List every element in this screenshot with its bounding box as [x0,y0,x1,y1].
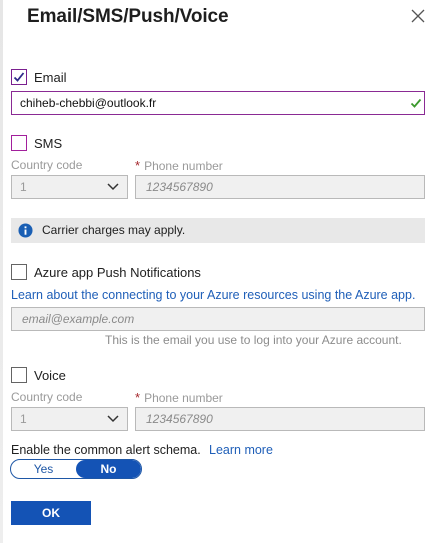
sms-label: SMS [34,136,63,151]
schema-toggle[interactable]: Yes No [10,459,142,479]
voice-label: Voice [34,368,66,383]
sms-checkbox[interactable] [11,135,27,151]
sms-phone-field[interactable]: 1234567890 [135,175,425,199]
push-help-text: This is the email you use to log into yo… [105,333,402,347]
voice-country-code-select[interactable]: 1 [11,407,128,431]
dialog-title: Email/SMS/Push/Voice [27,6,229,27]
sms-country-code-select[interactable]: 1 [11,175,128,199]
email-checkbox[interactable] [11,69,27,85]
push-checkbox[interactable] [11,264,27,280]
schema-label: Enable the common alert schema. [11,443,201,457]
chevron-down-icon [107,415,119,423]
close-icon[interactable] [408,6,428,26]
sms-country-code-label: Country code [11,158,83,172]
notice-text: Carrier charges may apply. [42,223,186,237]
ok-button[interactable]: OK [11,501,91,525]
toggle-no-option[interactable]: No [76,460,141,478]
required-asterisk: * [135,390,141,405]
push-email-field[interactable]: email@example.com [11,307,425,331]
voice-country-code-label: Country code [11,390,83,404]
voice-checkbox[interactable] [11,367,27,383]
schema-learn-more-link[interactable]: Learn more [209,443,273,457]
panel-left-edge [0,0,3,543]
toggle-yes-option[interactable]: Yes [11,460,76,478]
info-icon [18,223,33,238]
carrier-charges-notice: Carrier charges may apply. [11,218,425,243]
email-field[interactable]: chiheb-chebbi@outlook.fr [11,91,425,115]
push-label: Azure app Push Notifications [34,265,201,280]
voice-phone-field[interactable]: 1234567890 [135,407,425,431]
required-asterisk: * [135,158,141,173]
chevron-down-icon [107,183,119,191]
sms-phone-label: * Phone number [135,158,223,173]
checkmark-icon [13,72,25,82]
azure-app-learn-link[interactable]: Learn about the connecting to your Azure… [11,288,415,302]
email-label: Email [34,70,67,85]
valid-check-icon [410,98,422,108]
voice-phone-label: * Phone number [135,390,223,405]
